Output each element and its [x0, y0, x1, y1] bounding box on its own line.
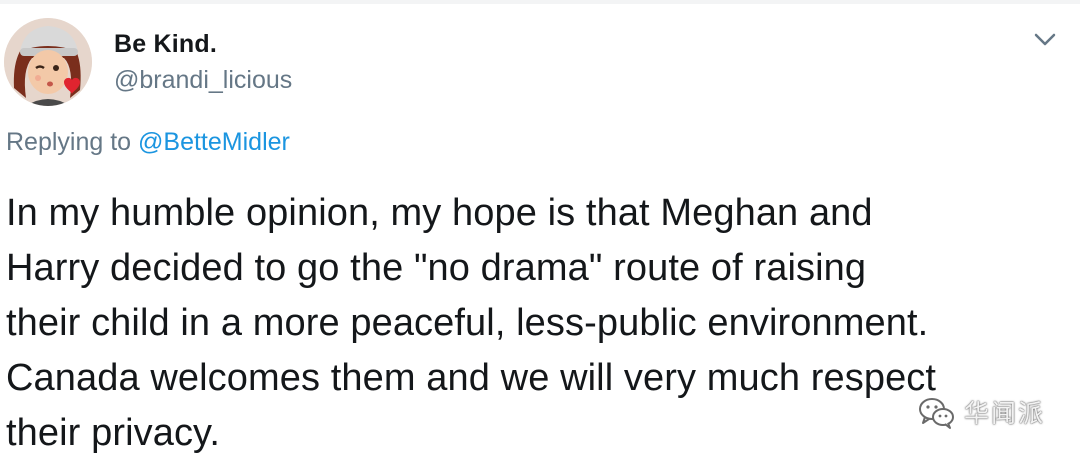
user-handle[interactable]: @brandi_licious	[114, 66, 292, 95]
avatar[interactable]	[4, 18, 92, 106]
wechat-icon	[919, 398, 954, 429]
tweet-menu-button[interactable]	[1032, 30, 1058, 50]
watermark-text: 华闻派	[964, 399, 1046, 428]
tweet-text: In my humble opinion, my hope is that Me…	[6, 192, 937, 454]
display-name[interactable]: Be Kind.	[114, 30, 217, 59]
memoji-avatar-icon	[4, 18, 92, 106]
watermark: 华闻派	[916, 390, 1045, 434]
replying-to: Replying to @BetteMidler	[6, 128, 290, 157]
chevron-down-icon	[1034, 33, 1056, 46]
tweet-card: Be Kind. @brandi_licious Replying to @Be…	[0, 0, 1080, 460]
replying-to-label: Replying to	[6, 128, 132, 156]
reply-mention-link[interactable]: @BetteMidler	[138, 128, 290, 156]
